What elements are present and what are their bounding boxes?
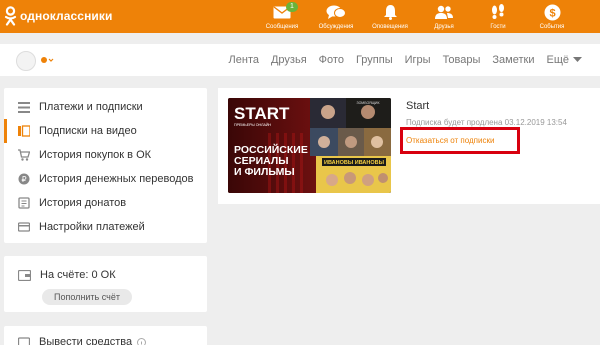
nav-label: Гости — [490, 24, 506, 30]
nav-label: Друзья — [434, 24, 454, 30]
dollar-coin-icon: $ — [544, 4, 560, 20]
sidebar-item-video-subscriptions[interactable]: Подписки на видео — [4, 119, 207, 143]
section-links: Лента Друзья Фото Группы Игры Товары Зам… — [217, 44, 582, 76]
wallet-icon — [18, 269, 31, 281]
tab-photos[interactable]: Фото — [319, 54, 344, 66]
svg-text:$: $ — [549, 7, 555, 19]
sidebar-item-label: Платежи и подписки — [39, 101, 143, 113]
balance-text: На счёте: 0 ОК — [40, 269, 116, 281]
topup-button[interactable]: Пополнить счёт — [42, 289, 132, 305]
subscription-card: ИВАНОВЫ ИВАНОВЫ ЗОМБОЯЩИК START ПРЕМЬЕРЫ… — [218, 88, 600, 204]
sidebar-item-label: Настройки платежей — [39, 221, 145, 233]
friends-icon — [435, 5, 453, 19]
nav-messages[interactable]: 1 Сообщения — [258, 0, 306, 33]
avatar[interactable] — [16, 51, 36, 71]
settings-card-icon — [18, 222, 30, 232]
nav-label: События — [539, 24, 565, 30]
show-title-text: ИВАНОВЫ ИВАНОВЫ — [324, 160, 385, 166]
sidebar-item-label: Подписки на видео — [39, 125, 137, 137]
start-banner-image[interactable]: ИВАНОВЫ ИВАНОВЫ ЗОМБОЯЩИК START ПРЕМЬЕРЫ… — [228, 98, 391, 193]
site-logo[interactable]: одноклассники — [4, 6, 112, 26]
balance-row: На счёте: 0 ОК — [18, 269, 116, 281]
tab-goods[interactable]: Товары — [443, 54, 481, 66]
info-icon[interactable] — [137, 337, 147, 345]
footprints-icon — [492, 4, 504, 19]
sidebar-item-purchase-history[interactable]: История покупок в ОК — [4, 143, 207, 167]
banner-artwork: ИВАНОВЫ ИВАНОВЫ ЗОМБОЯЩИК START ПРЕМЬЕРЫ… — [228, 98, 391, 193]
nav-events[interactable]: $ События — [528, 0, 576, 33]
tab-feed[interactable]: Лента — [229, 54, 259, 66]
chat-bubbles-icon — [326, 5, 346, 19]
svg-text:₽: ₽ — [21, 175, 26, 184]
top-nav: 1 Сообщения Обсуждения Оповещения Друзья… — [258, 0, 582, 33]
withdraw-item[interactable]: Вывести средства — [4, 334, 207, 345]
nav-notifications[interactable]: Оповещения — [366, 0, 414, 33]
list-icon — [18, 101, 30, 113]
banner-tagline: ПРЕМЬЕРЫ ОНЛАЙН — [234, 123, 271, 127]
nav-label: Оповещения — [372, 24, 408, 30]
balance-panel: На счёте: 0 ОК Пополнить счёт — [4, 256, 207, 312]
sidebar-item-donations[interactable]: История донатов — [4, 191, 207, 215]
tab-games[interactable]: Игры — [405, 54, 431, 66]
cancel-subscription-link[interactable]: Отказаться от подписки — [406, 136, 494, 145]
withdraw-panel: Вывести средства — [4, 326, 207, 345]
tab-notes[interactable]: Заметки — [492, 54, 534, 66]
top-bar: одноклассники 1 Сообщения Обсуждения Опо… — [0, 0, 600, 33]
ok-logo-icon — [4, 6, 17, 26]
withdraw-icon — [18, 337, 30, 345]
money-transfer-icon: ₽ — [18, 173, 30, 185]
tab-groups[interactable]: Группы — [356, 54, 393, 66]
messages-badge: 1 — [286, 2, 298, 12]
subscription-title: Start — [406, 100, 430, 112]
banner-headline-3: И ФИЛЬМЫ — [234, 166, 295, 178]
nav-label: Обсуждения — [318, 24, 354, 30]
video-subscription-icon — [18, 125, 30, 137]
tab-more[interactable]: Ещё — [546, 54, 582, 66]
sidebar-item-label: История донатов — [39, 197, 127, 209]
bell-icon — [383, 5, 397, 20]
chevron-down-icon[interactable] — [40, 55, 54, 65]
payments-menu: Платежи и подписки Подписки на видео Ист… — [4, 88, 207, 243]
nav-friends[interactable]: Друзья — [420, 0, 468, 33]
nav-guests[interactable]: Гости — [474, 0, 522, 33]
sidebar-item-payment-settings[interactable]: Настройки платежей — [4, 215, 207, 239]
caret-down-icon — [573, 57, 582, 62]
sidebar-item-label: История денежных переводов — [39, 173, 194, 185]
withdraw-label: Вывести средства — [39, 336, 133, 345]
tab-friends[interactable]: Друзья — [271, 54, 307, 66]
sidebar-item-transfers[interactable]: ₽ История денежных переводов — [4, 167, 207, 191]
sidebar-item-label: История покупок в ОК — [39, 149, 152, 161]
cart-icon — [18, 149, 30, 161]
renewal-date-text: Подписка будет продлена 03.12.2019 13:54 — [406, 118, 567, 127]
profile-nav-bar: Лента Друзья Фото Группы Игры Товары Зам… — [0, 44, 600, 76]
nav-label: Сообщения — [265, 24, 299, 30]
corner-text: ЗОМБОЯЩИК — [357, 101, 381, 105]
sidebar-item-payments[interactable]: Платежи и подписки — [4, 95, 207, 119]
banner-logo: START — [234, 104, 290, 123]
brand-name: одноклассники — [20, 9, 113, 23]
nav-discussions[interactable]: Обсуждения — [312, 0, 360, 33]
more-label: Ещё — [546, 54, 569, 66]
donation-icon — [18, 197, 30, 209]
